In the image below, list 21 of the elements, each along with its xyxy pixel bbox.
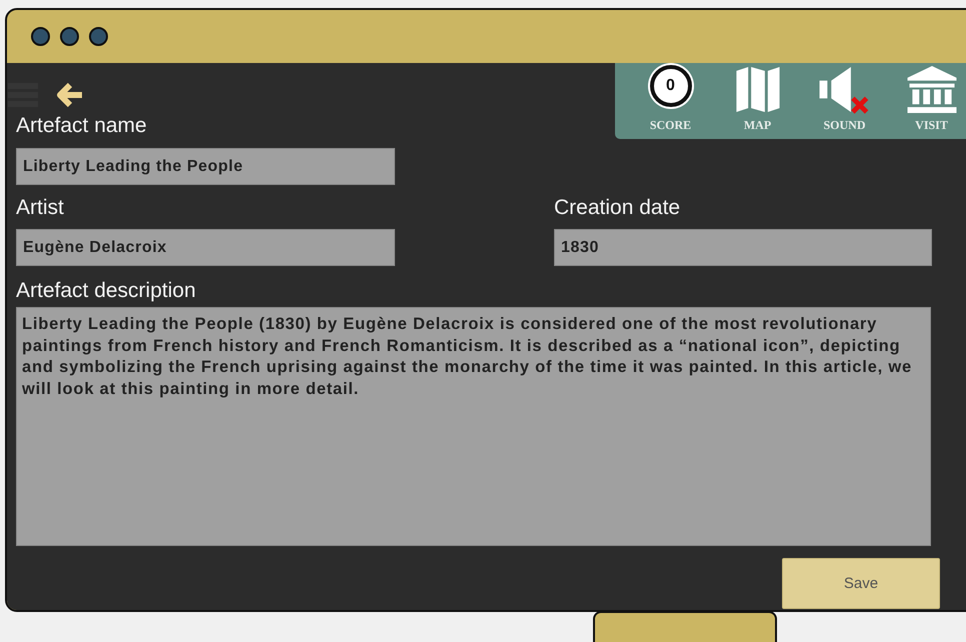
- toolbar-button[interactable]: VISIT: [888, 63, 966, 137]
- window-dot[interactable]: [31, 27, 50, 46]
- window-dot[interactable]: [60, 27, 79, 46]
- toolbar-button[interactable]: MAP: [714, 63, 801, 137]
- museum-icon: [904, 65, 958, 114]
- score-badge: 0: [650, 65, 692, 107]
- field-label: Creation date: [554, 195, 680, 221]
- save-button[interactable]: Save: [782, 558, 940, 609]
- field-label: Artefact description: [16, 278, 196, 304]
- toolbar-button[interactable]: SOUND: [801, 63, 888, 137]
- toolbar-button[interactable]: 0 SCORE: [627, 63, 714, 137]
- input-field[interactable]: Eugène Delacroix: [16, 229, 395, 266]
- window-dot[interactable]: [89, 27, 108, 46]
- window-tab[interactable]: [593, 611, 777, 642]
- map-icon: [734, 65, 782, 114]
- back-arrow-icon[interactable]: [56, 82, 84, 108]
- field-label: Artist: [16, 195, 64, 221]
- input-field[interactable]: Liberty Leading the People: [16, 148, 395, 185]
- text-area[interactable]: Liberty Leading the People (1830) by Eugène Delacroix is considered one of the most revolutionary paintings from French history and French Romanticism. It is described as a “national icon”, depicting and symbolizing the French uprising against the monarchy of the time it was painted. In this article, we will look at this painting in more detail.: [16, 307, 931, 546]
- field-label: Artefact name: [16, 113, 147, 139]
- input-field[interactable]: 1830: [554, 229, 932, 266]
